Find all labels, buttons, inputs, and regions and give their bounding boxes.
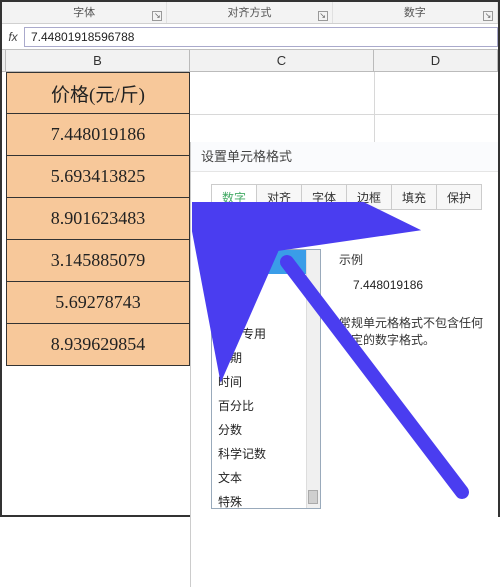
listbox-scrollbar[interactable] bbox=[306, 250, 320, 508]
category-item-time[interactable]: 时间 bbox=[212, 370, 320, 394]
fx-icon[interactable]: fx bbox=[2, 30, 24, 44]
tab-font[interactable]: 字体 bbox=[301, 184, 347, 210]
column-B-data: 价格(元/斤) 7.448019186 5.693413825 8.901623… bbox=[6, 72, 190, 366]
category-detail-pane: 示例 7.448019186 常规单元格格式不包含任何特定的数字格式。 bbox=[339, 249, 488, 509]
category-item-accounting[interactable]: 会计专用 bbox=[212, 322, 320, 346]
category-description: 常规单元格格式不包含任何特定的数字格式。 bbox=[339, 314, 488, 348]
ribbon-group-number-label: 数字 bbox=[404, 7, 426, 19]
tab-alignment[interactable]: 对齐 bbox=[256, 184, 302, 210]
worksheet-grid[interactable]: 价格(元/斤) 7.448019186 5.693413825 8.901623… bbox=[2, 72, 498, 517]
format-cells-dialog: 设置单元格格式 数字 对齐 字体 边框 填充 保护 分类(C): 常规 数值 货… bbox=[190, 142, 498, 587]
ribbon-group-font-label: 字体 bbox=[73, 7, 95, 19]
dialog-launcher-icon[interactable]: ↘ bbox=[483, 11, 493, 21]
cell-B2[interactable]: 7.448019186 bbox=[6, 114, 190, 156]
dialog-title: 设置单元格格式 bbox=[191, 142, 498, 172]
category-item-general[interactable]: 常规 bbox=[212, 250, 320, 274]
ribbon-group-align: 对齐方式 ↘ bbox=[167, 2, 332, 23]
category-item-text[interactable]: 文本 bbox=[212, 466, 320, 490]
tab-number[interactable]: 数字 bbox=[211, 184, 257, 210]
category-item-percentage[interactable]: 百分比 bbox=[212, 394, 320, 418]
ribbon-group-labels: 字体 ↘ 对齐方式 ↘ 数字 ↘ bbox=[2, 2, 498, 24]
cell-B-header[interactable]: 价格(元/斤) bbox=[6, 72, 190, 114]
formula-input[interactable] bbox=[24, 27, 498, 47]
cell-B3[interactable]: 5.693413825 bbox=[6, 156, 190, 198]
ribbon-group-align-label: 对齐方式 bbox=[227, 7, 271, 19]
column-header-D[interactable]: D bbox=[374, 50, 498, 71]
category-item-currency[interactable]: 货币 bbox=[212, 298, 320, 322]
column-header-C[interactable]: C bbox=[190, 50, 374, 71]
ribbon-group-font: 字体 ↘ bbox=[2, 2, 167, 23]
formula-bar: fx bbox=[2, 24, 498, 50]
tab-fill[interactable]: 填充 bbox=[391, 184, 437, 210]
sample-value: 7.448019186 bbox=[353, 278, 488, 292]
column-header-row: B C D bbox=[2, 50, 498, 72]
column-header-B[interactable]: B bbox=[6, 50, 190, 71]
cell-B5[interactable]: 3.145885079 bbox=[6, 240, 190, 282]
category-label: 分类(C): bbox=[211, 228, 488, 245]
cell-B4[interactable]: 8.901623483 bbox=[6, 198, 190, 240]
category-item-date[interactable]: 日期 bbox=[212, 346, 320, 370]
category-item-special[interactable]: 特殊 bbox=[212, 490, 320, 509]
cell-B6[interactable]: 5.69278743 bbox=[6, 282, 190, 324]
dialog-tabs: 数字 对齐 字体 边框 填充 保护 bbox=[211, 184, 488, 210]
tab-protection[interactable]: 保护 bbox=[436, 184, 482, 210]
sample-label: 示例 bbox=[339, 251, 488, 268]
scrollbar-thumb[interactable] bbox=[308, 490, 318, 504]
category-listbox[interactable]: 常规 数值 货币 会计专用 日期 时间 百分比 分数 科学记数 文本 特殊 自定… bbox=[211, 249, 321, 509]
cell-B7[interactable]: 8.939629854 bbox=[6, 324, 190, 366]
dialog-launcher-icon[interactable]: ↘ bbox=[152, 11, 162, 21]
ribbon-group-number: 数字 ↘ bbox=[333, 2, 498, 23]
category-item-number[interactable]: 数值 bbox=[212, 274, 320, 298]
category-item-fraction[interactable]: 分数 bbox=[212, 418, 320, 442]
dialog-launcher-icon[interactable]: ↘ bbox=[318, 11, 328, 21]
tab-border[interactable]: 边框 bbox=[346, 184, 392, 210]
category-item-scientific[interactable]: 科学记数 bbox=[212, 442, 320, 466]
